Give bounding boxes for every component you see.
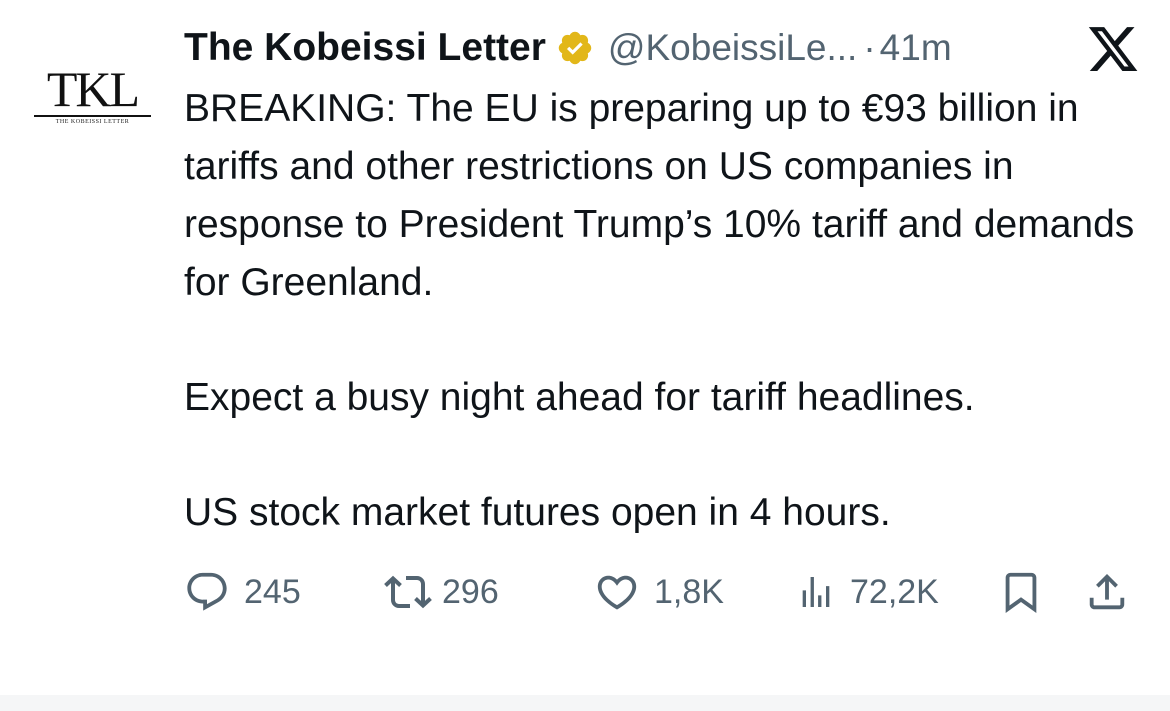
repost-count: 296 [442,572,499,611]
avatar[interactable]: TKL THE KOBEISSI LETTER [30,60,155,130]
repost-icon [384,568,432,616]
repost-button[interactable]: 296 [384,566,499,618]
views-bar-chart-icon [796,572,836,612]
reply-button[interactable]: 245 [184,566,301,618]
views-button[interactable]: 72,2K [796,566,939,618]
x-logo-icon[interactable] [1086,22,1140,76]
tweet-text: BREAKING: The EU is preparing up to €93 … [184,80,1144,542]
tweet-paragraph: US stock market futures open in 4 hours. [184,491,891,534]
share-button[interactable] [1084,566,1130,618]
tweet-card[interactable]: TKL THE KOBEISSI LETTER The Kobeissi Let… [0,0,1170,695]
bottom-divider-strip [0,695,1170,711]
share-icon [1084,569,1130,615]
header-separator: · [863,27,876,68]
tweet-action-bar: 245 296 1,8K 72,2K [184,566,1144,618]
tweet-paragraph: BREAKING: The EU is preparing up to €93 … [184,87,1135,304]
author-handle[interactable]: @KobeissiLe... [608,27,857,69]
tweet-paragraph: Expect a busy night ahead for tariff hea… [184,376,975,419]
author-display-name[interactable]: The Kobeissi Letter [184,26,546,70]
like-button[interactable]: 1,8K [594,566,724,618]
reply-icon [184,569,230,615]
verified-icon[interactable] [556,29,594,67]
reply-count: 245 [244,572,301,611]
bookmark-icon [998,569,1044,615]
bookmark-button[interactable] [998,566,1044,618]
tweet-timestamp[interactable]: 41m [880,27,952,69]
tweet-header: The Kobeissi Letter @KobeissiLe... · 41m [184,22,952,74]
avatar-logo-caption: THE KOBEISSI LETTER [55,119,130,125]
like-count: 1,8K [654,572,724,611]
avatar-logo-mark: TKL [46,61,140,117]
views-count: 72,2K [850,572,939,611]
heart-icon [594,569,640,615]
